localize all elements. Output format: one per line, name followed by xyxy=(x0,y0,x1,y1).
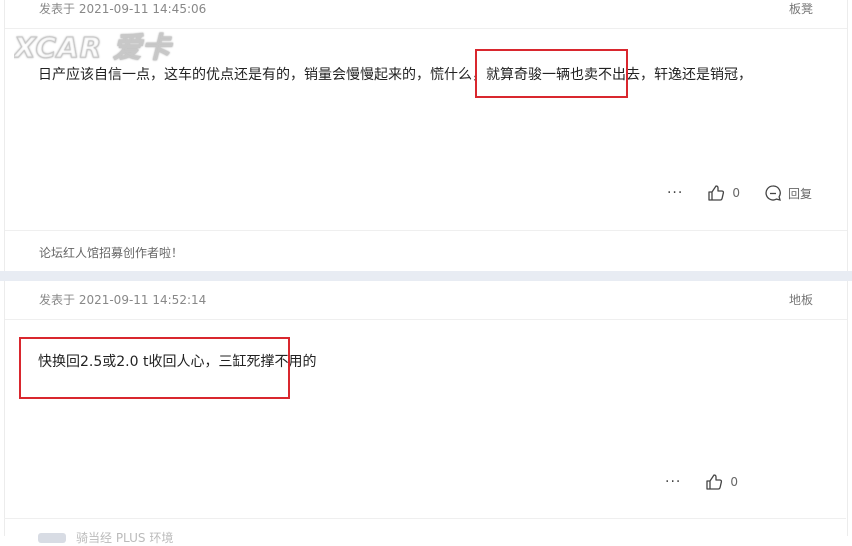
post-footer: 论坛红人馆招募创作者啦！ xyxy=(5,230,847,272)
post-actions: ··· 0 xyxy=(665,473,738,491)
floor-label: 板凳 xyxy=(788,2,813,16)
more-icon: ··· xyxy=(666,185,684,201)
post-time: 发表于 2021-09-11 14:45:06 xyxy=(39,2,207,16)
more-icon: ··· xyxy=(665,474,682,490)
post-header: 发表于 2021-09-11 14:45:06 板凳 xyxy=(5,0,847,29)
more-button[interactable]: ··· xyxy=(665,474,681,490)
avatar xyxy=(38,533,66,543)
thumbs-up-icon xyxy=(706,474,723,490)
highlight-box xyxy=(19,337,290,399)
comment-icon xyxy=(765,185,781,201)
svg-text:XCAR 爱卡: XCAR 爱卡 xyxy=(14,31,173,64)
next-post-preview: 骑当经 PLUS 环境 xyxy=(4,518,846,545)
more-button[interactable]: ··· xyxy=(667,185,683,201)
post-actions: ··· 0 回复 xyxy=(667,184,812,202)
xcar-logo: XCAR 爱卡 xyxy=(12,31,173,65)
reply-label: 回复 xyxy=(787,186,812,201)
xcar-watermark: XCAR 爱卡 xyxy=(12,30,174,71)
highlight-box xyxy=(475,49,628,98)
reply-button[interactable]: 回复 xyxy=(764,184,812,202)
thumbs-up-icon xyxy=(708,185,725,201)
next-post-text: 骑当经 PLUS 环境 xyxy=(76,531,174,545)
floor-label: 地板 xyxy=(788,293,813,307)
like-count: 0 xyxy=(730,475,738,489)
post-separator xyxy=(0,271,852,281)
like-count: 0 xyxy=(732,186,740,200)
post-header: 发表于 2021-09-11 14:52:14 地板 xyxy=(5,281,847,320)
like-button[interactable]: 0 xyxy=(707,184,740,202)
like-button[interactable]: 0 xyxy=(705,473,738,491)
post-time: 发表于 2021-09-11 14:52:14 xyxy=(39,293,207,307)
post-floor-4: 发表于 2021-09-11 14:52:14 地板 xyxy=(4,281,848,536)
recruit-link[interactable]: 论坛红人馆招募创作者啦！ xyxy=(39,244,183,261)
